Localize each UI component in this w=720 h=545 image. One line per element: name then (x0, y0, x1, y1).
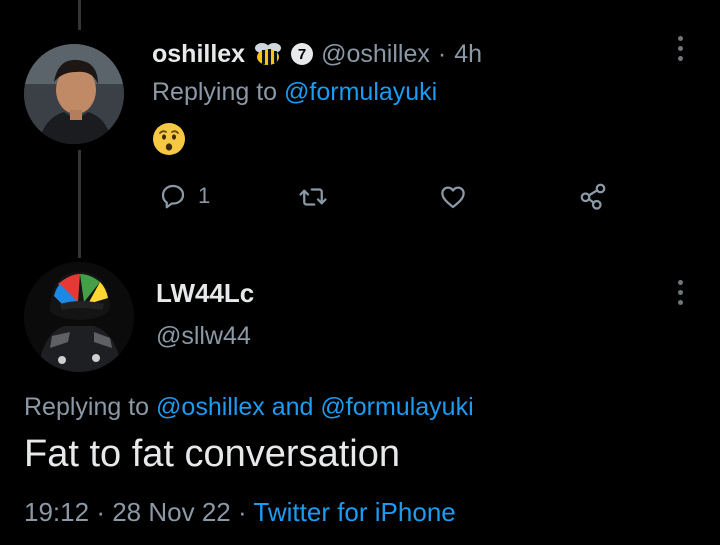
thread-line-top (78, 0, 81, 30)
replying-label: Replying to (24, 393, 150, 421)
number-badge-icon: 7 (291, 43, 314, 65)
mention-link[interactable]: @formulayuki (284, 78, 437, 106)
timestamp[interactable]: 4h (454, 40, 482, 69)
replying-to: Replying to @oshillex and @formulayuki (24, 393, 474, 422)
mention-link[interactable]: @formulayuki (320, 393, 473, 421)
tweet-date[interactable]: 28 Nov 22 (112, 497, 231, 527)
tweet-source-link[interactable]: Twitter for iPhone (253, 497, 455, 527)
hushed-face-emoji-icon (152, 122, 186, 156)
tweet-thread: oshillex 7 @oshillex · 4h Replying to @f… (0, 0, 720, 545)
reply-icon (161, 184, 185, 209)
display-name[interactable]: oshillex (152, 40, 245, 69)
replying-label: Replying to (152, 78, 278, 106)
like-button[interactable] (438, 182, 468, 212)
more-options-icon[interactable] (674, 280, 686, 305)
bee-icon (253, 41, 283, 67)
separator-dot: · (437, 39, 447, 68)
tweet-time[interactable]: 19:12 (24, 497, 89, 527)
tweet1-header: oshillex 7 @oshillex · 4h (152, 36, 482, 72)
display-name[interactable]: LW44Lc (156, 278, 254, 309)
replying-to: Replying to @formulayuki (152, 78, 437, 107)
tweet-meta: 19:12 · 28 Nov 22 · Twitter for iPhone (24, 497, 456, 528)
share-button[interactable] (578, 181, 608, 211)
reply-button[interactable]: 1 (158, 181, 210, 211)
replying-and: and (271, 393, 314, 421)
thread-line (78, 150, 81, 258)
handle[interactable]: @sllw44 (156, 322, 251, 351)
tweet-text: Fat to fat conversation (24, 433, 400, 475)
avatar-lw44lc[interactable] (24, 262, 134, 372)
retweet-button[interactable] (298, 182, 328, 212)
reply-count: 1 (198, 183, 211, 208)
retweet-icon (299, 188, 327, 206)
separator-dot: · (96, 497, 105, 527)
heart-icon (441, 186, 465, 209)
more-options-icon[interactable] (674, 36, 686, 61)
share-icon (580, 183, 606, 210)
mention-link[interactable]: @oshillex (156, 393, 265, 421)
separator-dot: · (237, 497, 247, 527)
avatar-oshillex[interactable] (24, 44, 124, 144)
handle[interactable]: @oshillex (321, 40, 430, 69)
